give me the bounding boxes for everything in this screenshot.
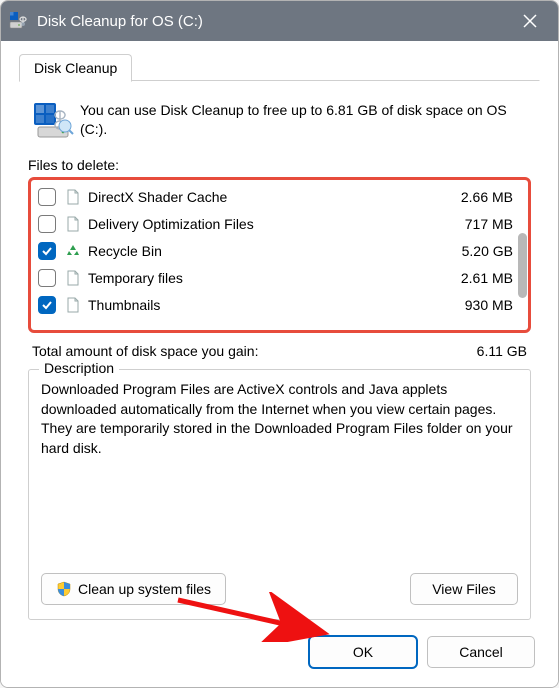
file-row[interactable]: Recycle Bin5.20 GB — [34, 237, 525, 264]
recycle-bin-icon — [64, 242, 82, 260]
titlebar: Disk Cleanup for OS (C:) — [1, 1, 558, 41]
file-size: 717 MB — [429, 216, 519, 232]
window-title: Disk Cleanup for OS (C:) — [37, 13, 510, 30]
file-checkbox[interactable] — [38, 269, 56, 287]
intro-text: You can use Disk Cleanup to free up to 6… — [80, 101, 531, 141]
intro-row: You can use Disk Cleanup to free up to 6… — [20, 91, 539, 155]
file-size: 930 MB — [429, 297, 519, 313]
drive-cleanup-icon — [9, 11, 29, 31]
tab-panel: You can use Disk Cleanup to free up to 6… — [19, 80, 540, 671]
view-files-label: View Files — [432, 581, 496, 597]
cancel-button[interactable]: Cancel — [427, 636, 535, 668]
file-icon — [64, 269, 82, 287]
file-row[interactable]: DirectX Shader Cache2.66 MB — [34, 183, 525, 210]
file-size: 5.20 GB — [429, 243, 519, 259]
dialog-body: Disk Cleanup — [1, 41, 558, 687]
files-to-delete-label: Files to delete: — [20, 155, 539, 177]
description-buttons: Clean up system files View Files — [41, 573, 518, 605]
clean-system-files-button[interactable]: Clean up system files — [41, 573, 226, 605]
file-checkbox[interactable] — [38, 215, 56, 233]
file-icon — [64, 296, 82, 314]
file-checkbox[interactable] — [38, 242, 56, 260]
ok-button[interactable]: OK — [309, 636, 417, 668]
file-row[interactable]: Delivery Optimization Files717 MB — [34, 210, 525, 237]
file-row[interactable]: Temporary files2.61 MB — [34, 264, 525, 291]
disk-cleanup-window: Disk Cleanup for OS (C:) Disk Cleanup — [0, 0, 559, 688]
ok-label: OK — [353, 644, 373, 660]
close-icon — [523, 14, 537, 28]
file-name: Delivery Optimization Files — [88, 216, 429, 232]
file-row[interactable]: Thumbnails930 MB — [34, 291, 525, 318]
total-value: 6.11 GB — [477, 343, 527, 359]
view-files-button[interactable]: View Files — [410, 573, 518, 605]
dialog-action-buttons: OK Cancel — [20, 620, 539, 670]
close-button[interactable] — [510, 1, 550, 41]
file-name: Temporary files — [88, 270, 429, 286]
file-size: 2.66 MB — [429, 189, 519, 205]
scrollbar-thumb[interactable] — [518, 233, 527, 298]
description-group: Description Downloaded Program Files are… — [28, 369, 531, 620]
description-text: Downloaded Program Files are ActiveX con… — [41, 380, 518, 563]
file-list-highlight: DirectX Shader Cache2.66 MBDelivery Opti… — [28, 177, 531, 333]
clean-system-files-label: Clean up system files — [78, 581, 211, 597]
tab-disk-cleanup[interactable]: Disk Cleanup — [19, 54, 132, 82]
intro-drive-icon — [28, 101, 80, 141]
file-size: 2.61 MB — [429, 270, 519, 286]
file-icon — [64, 188, 82, 206]
cancel-label: Cancel — [459, 644, 503, 660]
file-checkbox[interactable] — [38, 188, 56, 206]
file-name: Recycle Bin — [88, 243, 429, 259]
file-name: Thumbnails — [88, 297, 429, 313]
shield-icon — [56, 581, 72, 597]
total-label: Total amount of disk space you gain: — [32, 343, 477, 359]
description-heading: Description — [39, 360, 119, 376]
file-checkbox[interactable] — [38, 296, 56, 314]
tab-strip: Disk Cleanup — [19, 53, 540, 81]
file-name: DirectX Shader Cache — [88, 189, 429, 205]
tab-label: Disk Cleanup — [34, 60, 117, 76]
file-list[interactable]: DirectX Shader Cache2.66 MBDelivery Opti… — [34, 183, 525, 318]
file-icon — [64, 215, 82, 233]
